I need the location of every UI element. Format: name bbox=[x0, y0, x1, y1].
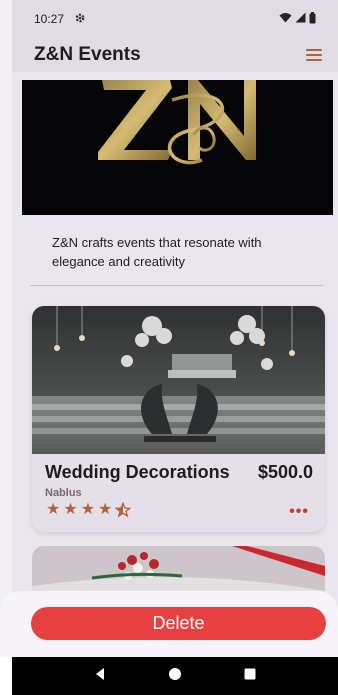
home-icon[interactable] bbox=[168, 667, 182, 686]
rating-stars: ★ ★ ★ ★ bbox=[46, 501, 132, 522]
tagline-text: Z&N crafts events that resonate with ele… bbox=[52, 235, 262, 269]
star-icon: ★ bbox=[63, 501, 78, 518]
bottom-sheet: Delete bbox=[0, 591, 338, 657]
event-location: Nablus bbox=[45, 487, 82, 499]
app-screen: 10:27 Z&N Events Z&N crafts events that … bbox=[12, 0, 338, 657]
divider bbox=[30, 285, 323, 286]
app-title: Z&N Events bbox=[34, 44, 141, 65]
hamburger-menu-icon[interactable] bbox=[306, 45, 328, 65]
event-image bbox=[32, 306, 325, 454]
star-icon: ★ bbox=[98, 501, 113, 518]
event-card[interactable]: Wedding Decorations $500.0 Nablus ★ ★ ★ … bbox=[32, 306, 325, 532]
delete-button[interactable]: Delete bbox=[31, 607, 326, 640]
half-star-icon bbox=[114, 501, 132, 522]
hero-logo-image bbox=[22, 80, 333, 215]
app-bar: Z&N Events bbox=[12, 38, 338, 72]
event-price: $500.0 bbox=[257, 462, 313, 482]
battery-icon bbox=[309, 11, 316, 27]
status-time: 10:27 bbox=[34, 12, 65, 26]
back-icon[interactable] bbox=[93, 667, 107, 686]
status-bar: 10:27 bbox=[12, 0, 338, 38]
more-dots-icon[interactable]: ••• bbox=[289, 503, 309, 521]
signal-icon bbox=[295, 12, 306, 26]
star-icon: ★ bbox=[46, 501, 61, 518]
event-title: Wedding Decorations bbox=[45, 462, 230, 482]
gear-icon bbox=[74, 12, 86, 27]
wifi-icon bbox=[279, 12, 292, 26]
star-icon: ★ bbox=[80, 501, 96, 518]
system-nav-bar bbox=[12, 657, 338, 695]
recents-icon[interactable] bbox=[243, 667, 257, 686]
